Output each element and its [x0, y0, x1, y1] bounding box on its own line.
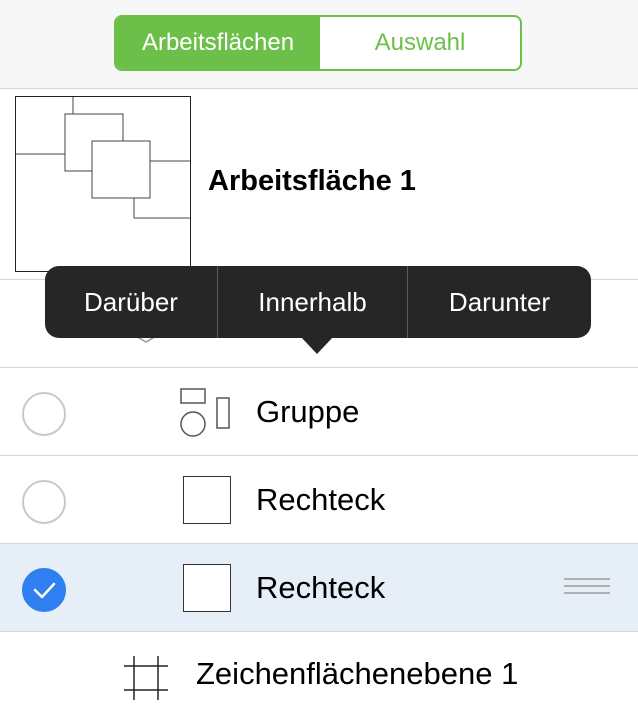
layer-label: Gruppe	[256, 394, 360, 429]
layer-row-rectangle[interactable]: Rechteck	[0, 456, 638, 544]
artboard-layer-icon	[124, 656, 168, 700]
rectangle-icon	[183, 476, 231, 524]
layer-row-rectangle-selected[interactable]: Rechteck	[0, 544, 638, 632]
artboard-row[interactable]: Arbeitsfläche 1	[0, 89, 638, 280]
group-icon	[180, 388, 230, 437]
menu-item-below[interactable]: Darunter	[408, 266, 591, 338]
view-segmented-control: Arbeitsflächen Auswahl	[114, 15, 522, 71]
layer-row-group[interactable]: Gruppe	[0, 368, 638, 456]
artboard-title: Arbeitsfläche 1	[208, 165, 416, 197]
menu-item-above[interactable]: Darüber	[45, 266, 217, 338]
artboard-thumbnail	[15, 96, 191, 272]
checkmark-icon	[33, 582, 56, 599]
segment-selection[interactable]: Auswahl	[320, 17, 520, 69]
select-radio[interactable]	[22, 392, 66, 436]
drag-handle-icon[interactable]	[564, 578, 610, 598]
layer-label: Rechteck	[256, 482, 386, 517]
segment-artboards[interactable]: Arbeitsflächen	[116, 17, 320, 69]
menu-item-inside[interactable]: Innerhalb	[218, 266, 407, 338]
select-radio[interactable]	[22, 480, 66, 524]
insert-position-menu: Darüber Innerhalb Darunter	[45, 266, 591, 338]
menu-pointer	[300, 336, 334, 354]
artboard-layer-label: Zeichenflächenebene 1	[196, 656, 519, 691]
selected-checkmark[interactable]	[22, 568, 66, 612]
rectangle-icon	[183, 564, 231, 612]
layer-label: Rechteck	[256, 570, 386, 605]
